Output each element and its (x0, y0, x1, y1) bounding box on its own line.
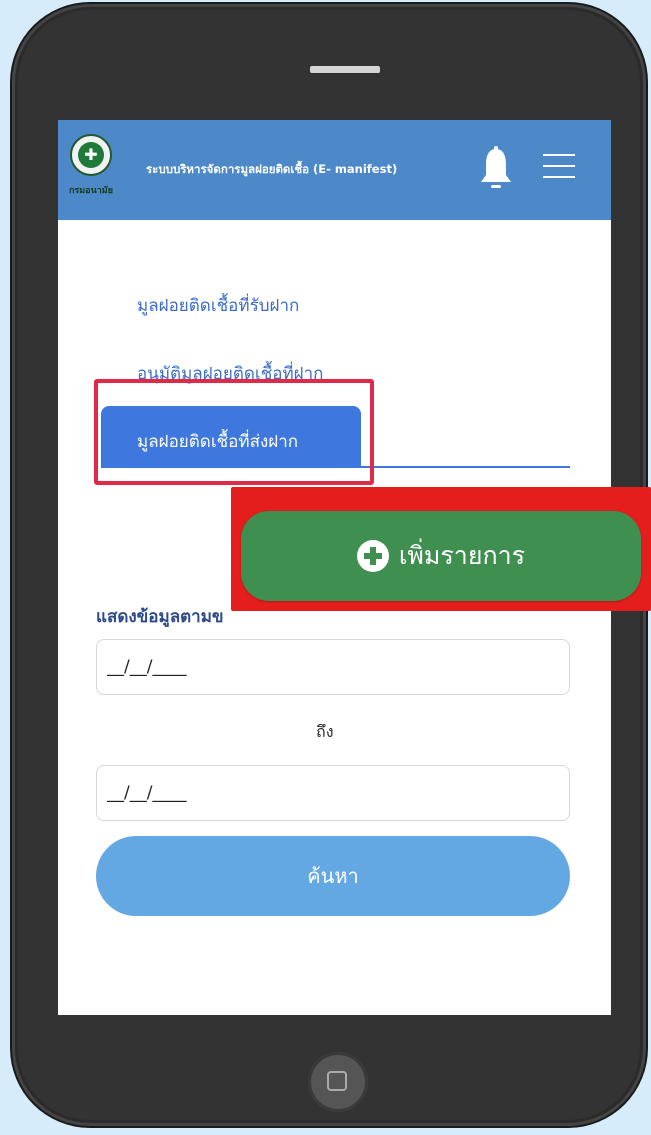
nav-link-received[interactable]: มูลฝอยติดเชื้อที่รับฝาก (137, 292, 299, 319)
ministry-logo: ✚ กรมอนามัย (64, 128, 118, 212)
add-item-label: เพิ่มรายการ (398, 541, 526, 570)
phone-home-button (308, 1052, 368, 1112)
add-item-button[interactable]: เพิ่มรายการ (241, 511, 641, 601)
hamburger-menu-icon[interactable] (543, 154, 575, 180)
notification-bell-icon[interactable] (478, 145, 514, 195)
filter-label: แสดงข้อมูลตามข (96, 607, 224, 627)
tab-underline (361, 466, 570, 468)
plus-circle-icon (356, 540, 389, 572)
to-label: ถึง (316, 722, 334, 741)
phone-speaker (310, 66, 380, 73)
app-title: ระบบบริหารจัดการมูลฝอยติดเชื้อ (E- manif… (146, 162, 398, 176)
app-header: ✚ กรมอนามัย ระบบบริหารจัดการมูลฝอยติดเชื… (58, 120, 611, 220)
logo-emblem-icon: ✚ (70, 134, 112, 176)
search-button[interactable]: ค้นหา (96, 836, 570, 916)
start-date-input[interactable] (96, 639, 570, 695)
highlight-box-tab (94, 379, 374, 485)
logo-text: กรมอนามัย (68, 186, 114, 196)
end-date-input[interactable] (96, 765, 570, 821)
